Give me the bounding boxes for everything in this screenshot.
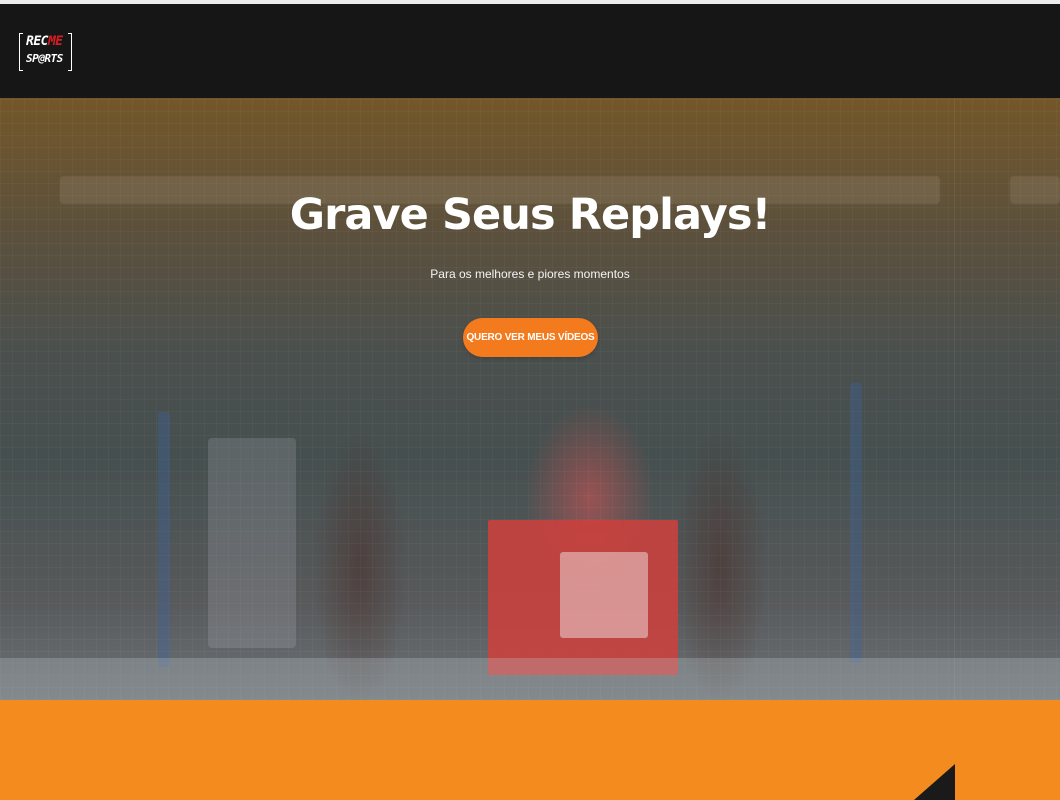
net-post-left (158, 412, 170, 667)
court-floor (0, 658, 1060, 700)
blurred-stand (208, 438, 296, 648)
logo-sports-text: SP@RTS (26, 52, 63, 65)
view-videos-button[interactable]: QUERO VER MEUS VÍDEOS (463, 318, 598, 357)
background-image-seam (954, 98, 955, 700)
brand-logo[interactable]: RECME SP@RTS (19, 33, 72, 73)
logo-me-text: ME (47, 34, 63, 49)
hero-subtitle: Para os melhores e piores momentos (430, 267, 630, 281)
blurred-banner-mark (560, 552, 648, 638)
logo-right-bracket (68, 33, 72, 71)
site-header: RECME SP@RTS (0, 4, 1060, 98)
logo-left-bracket (19, 33, 23, 71)
logo-rec-text: REC (26, 34, 48, 49)
net-post-right (850, 383, 862, 663)
hero-section: Grave Seus Replays! Para os melhores e p… (0, 98, 1060, 700)
hero-title: Grave Seus Replays! (289, 190, 772, 240)
logo-line-1: RECME (26, 35, 63, 49)
orange-content-section (0, 700, 1060, 800)
